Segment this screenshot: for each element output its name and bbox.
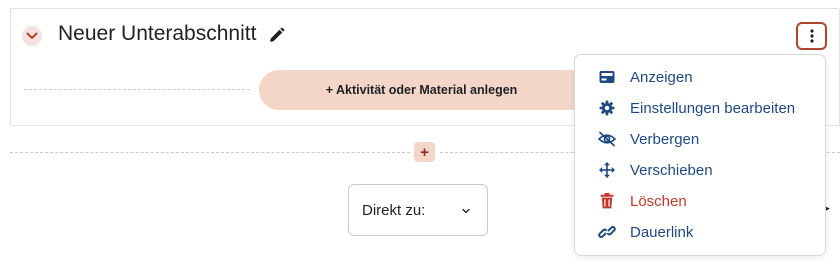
jump-to-select[interactable]: Direkt zu: [348,184,488,236]
section-actions-button[interactable] [796,22,827,50]
menu-item-label: Einstellungen bearbeiten [630,99,796,117]
add-activity-button[interactable]: + Aktivität oder Material anlegen [259,70,584,110]
divider [10,152,410,153]
section-title: Neuer Unterabschnitt [58,22,257,45]
menu-item-hide[interactable]: Verbergen [575,124,825,154]
menu-item-label: Verschieben [630,161,713,179]
collapse-section-button[interactable] [22,26,42,46]
menu-item-label: Dauerlink [630,223,694,241]
menu-item-label: Löschen [630,192,687,210]
divider [24,89,250,90]
gear-icon [598,99,616,117]
add-section-button[interactable]: + [414,142,435,162]
trash-icon [598,192,616,210]
chevron-down-icon [26,32,38,39]
jump-to-label: Direkt zu: [362,201,426,219]
show-icon [598,68,616,86]
link-icon [598,223,616,241]
menu-item-label: Verbergen [630,130,700,148]
move-arrows-icon [598,161,616,179]
menu-item-edit-settings[interactable]: Einstellungen bearbeiten [575,93,825,123]
menu-item-show[interactable]: Anzeigen [575,62,825,92]
menu-item-permalink[interactable]: Dauerlink [575,217,825,247]
section-actions-menu: Anzeigen Einstellungen bearbeiten Verber… [574,54,826,256]
chevron-down-icon [462,208,470,214]
menu-item-delete[interactable]: Löschen [575,186,825,216]
menu-item-move[interactable]: Verschieben [575,155,825,185]
kebab-menu-icon [809,29,814,43]
pencil-icon[interactable] [268,27,285,44]
eye-slash-icon [598,130,616,148]
menu-item-label: Anzeigen [630,68,693,86]
